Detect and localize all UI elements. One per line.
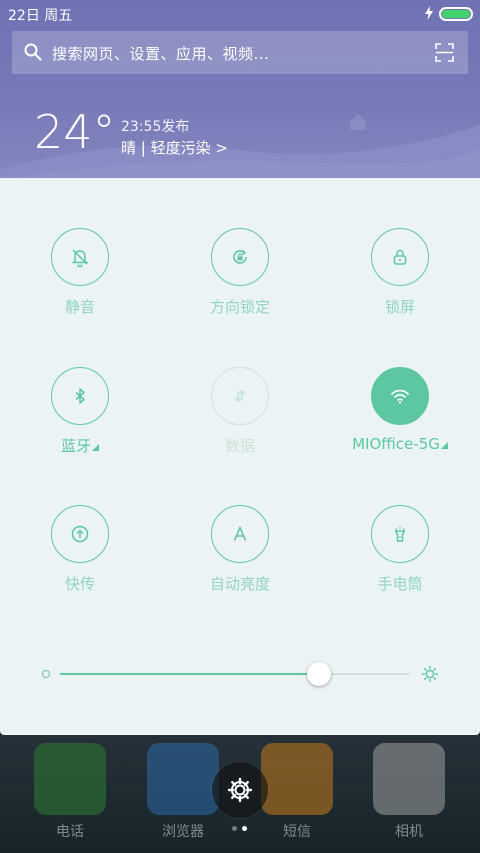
toggle-label: 自动亮度: [209, 575, 270, 593]
brightness-high-icon: [421, 665, 439, 683]
search-bar[interactable]: 搜索网页、设置、应用、视频...: [12, 31, 468, 74]
scan-icon[interactable]: [435, 43, 454, 62]
toggle-circle[interactable]: [51, 228, 109, 286]
app-name: 浏览器: [162, 824, 204, 840]
weather-publish-time: 23:55发布: [121, 119, 190, 135]
flashlight-icon: [394, 527, 406, 542]
toggle-label: MIOffice-5G: [320, 435, 480, 453]
brightness-track[interactable]: [60, 673, 410, 675]
brightness-slider[interactable]: [40, 660, 440, 690]
brightness-low-icon: [42, 670, 50, 678]
gear-icon: [227, 777, 253, 803]
camera-icon: [373, 743, 445, 815]
expand-indicator-icon: [440, 442, 448, 449]
weather-condition[interactable]: 晴 | 轻度污染 >: [121, 137, 228, 158]
page-dot: [232, 826, 237, 831]
page-dot-active: [242, 826, 247, 831]
charging-icon: [425, 6, 433, 20]
toggle-circle[interactable]: [371, 505, 429, 563]
battery-icon: [439, 7, 473, 21]
toggle-label: 静音: [64, 298, 95, 316]
toggle-quick-share[interactable]: 快传: [0, 505, 160, 625]
weather-temperature: 24°: [34, 105, 116, 159]
dock-app-phone[interactable]: 电话: [31, 743, 109, 843]
dock-app-browser[interactable]: 浏览器: [144, 743, 222, 843]
toggle-rotation-lock[interactable]: 方向锁定: [160, 228, 320, 348]
toggle-flashlight[interactable]: 手电筒: [320, 505, 480, 625]
toggle-label: 蓝牙: [0, 435, 160, 456]
lock-icon: [393, 249, 407, 265]
settings-button[interactable]: [212, 762, 268, 818]
data-arrows-icon: [234, 389, 246, 403]
letter-a-icon: [233, 526, 247, 541]
notification-header: 22日 周五 搜索网页、设置、应用、视频... 24° 23:55发布 晴 | …: [0, 0, 480, 180]
toggle-circle[interactable]: [51, 505, 109, 563]
toggle-auto-brightness[interactable]: 自动亮度: [160, 505, 320, 625]
toggle-wifi[interactable]: MIOffice-5G: [320, 367, 480, 487]
toggle-mobile-data[interactable]: 数据: [160, 367, 320, 487]
browser-icon: [147, 743, 219, 815]
rotation-lock-icon: [233, 249, 247, 264]
toggle-circle[interactable]: [371, 367, 429, 425]
toggle-label: 锁屏: [384, 298, 415, 316]
brightness-thumb[interactable]: [307, 662, 331, 686]
quick-settings-panel: 静音 方向锁定 锁屏 蓝牙 数据 MIOffice-5G 快传 自动亮度 手电筒: [0, 178, 480, 735]
wifi-network-name: MIOffice-5G: [352, 435, 440, 453]
phone-icon: [34, 743, 106, 815]
status-date: 22日 周五: [8, 8, 73, 24]
expand-indicator-icon: [92, 444, 99, 451]
upload-icon: [71, 525, 89, 543]
app-name: 电话: [56, 824, 84, 840]
toggle-circle[interactable]: [211, 367, 269, 425]
toggle-label: 方向锁定: [209, 298, 270, 316]
bluetooth-label: 蓝牙: [60, 437, 91, 455]
battery-fill: [442, 10, 470, 18]
search-icon: [24, 43, 42, 61]
bell-off-icon: [71, 249, 89, 268]
toggle-label: 数据: [224, 437, 255, 455]
toggle-circle[interactable]: [211, 505, 269, 563]
toggle-mute[interactable]: 静音: [0, 228, 160, 348]
bluetooth-icon: [75, 388, 85, 404]
wifi-icon: [391, 389, 409, 404]
toggle-label: 手电筒: [377, 575, 423, 593]
message-icon: [261, 743, 333, 815]
toggle-lock-screen[interactable]: 锁屏: [320, 228, 480, 348]
toggle-circle[interactable]: [371, 228, 429, 286]
brightness-track-fill: [60, 673, 319, 675]
search-placeholder: 搜索网页、设置、应用、视频...: [52, 45, 270, 63]
page-indicator: [232, 826, 252, 832]
toggle-circle[interactable]: [51, 367, 109, 425]
dock-app-camera[interactable]: 相机: [370, 743, 448, 843]
dock-app-messages[interactable]: 短信: [258, 743, 336, 843]
toggle-bluetooth[interactable]: 蓝牙: [0, 367, 160, 487]
toggle-label: 快传: [64, 575, 95, 593]
toggle-circle[interactable]: [211, 228, 269, 286]
status-bar: 22日 周五: [0, 0, 480, 28]
app-name: 相机: [395, 824, 423, 840]
app-name: 短信: [283, 824, 311, 840]
